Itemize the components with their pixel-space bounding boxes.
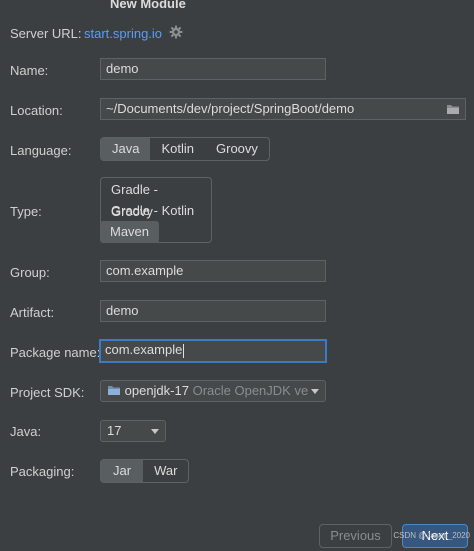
dialog-title: New Module bbox=[110, 0, 186, 11]
java-version-dropdown[interactable]: 17 bbox=[100, 420, 166, 442]
folder-icon[interactable] bbox=[446, 103, 460, 115]
packaging-option-jar[interactable]: Jar bbox=[101, 460, 144, 482]
java-version-value: 17 bbox=[107, 423, 122, 438]
name-input[interactable]: demo bbox=[100, 58, 326, 80]
packaging-selector: Jar War bbox=[100, 459, 190, 483]
package-name-input[interactable]: com.example bbox=[99, 339, 327, 363]
chevron-down-icon bbox=[151, 429, 159, 434]
folder-icon bbox=[107, 382, 121, 395]
language-label: Language: bbox=[10, 143, 72, 158]
language-option-java[interactable]: Java bbox=[101, 138, 151, 160]
type-option-gradle-groovy[interactable]: Gradle - Groovy bbox=[101, 179, 211, 219]
project-sdk-label: Project SDK: bbox=[10, 385, 85, 400]
language-option-groovy[interactable]: Groovy bbox=[205, 138, 269, 160]
artifact-input[interactable]: demo bbox=[100, 300, 326, 322]
package-name-label: Package name: bbox=[10, 345, 101, 360]
type-label: Type: bbox=[10, 204, 42, 219]
language-selector: Java Kotlin Groovy bbox=[100, 137, 270, 161]
gear-icon[interactable] bbox=[169, 25, 183, 39]
location-label: Location: bbox=[10, 103, 63, 118]
location-input[interactable]: ~/Documents/dev/project/SpringBoot/demo bbox=[100, 98, 466, 120]
packaging-label: Packaging: bbox=[10, 464, 75, 479]
group-label: Group: bbox=[10, 265, 50, 280]
type-option-maven[interactable]: Maven bbox=[100, 221, 160, 243]
packaging-option-war[interactable]: War bbox=[143, 460, 188, 482]
artifact-label: Artifact: bbox=[10, 305, 55, 320]
server-url-label: Server URL: bbox=[10, 26, 82, 41]
project-sdk-vendor: Oracle OpenJDK ve bbox=[192, 383, 309, 398]
location-value: ~/Documents/dev/project/SpringBoot/demo bbox=[106, 101, 355, 116]
server-url-link[interactable]: start.spring.io bbox=[84, 26, 162, 41]
language-option-kotlin[interactable]: Kotlin bbox=[150, 138, 205, 160]
text-caret bbox=[183, 343, 185, 358]
name-label: Name: bbox=[10, 63, 49, 78]
type-option-gradle-kotlin[interactable]: Gradle - Kotlin bbox=[101, 200, 204, 222]
package-name-value: com.example bbox=[105, 342, 183, 357]
project-sdk-name: openjdk-17 bbox=[124, 383, 189, 398]
type-selector: Gradle - Groovy Gradle - Kotlin Maven bbox=[100, 177, 212, 243]
java-label: Java: bbox=[10, 424, 42, 439]
group-input[interactable]: com.example bbox=[100, 260, 326, 282]
project-sdk-dropdown[interactable]: openjdk-17 Oracle OpenJDK ve bbox=[100, 380, 326, 402]
previous-button[interactable]: Previous bbox=[319, 524, 392, 548]
chevron-down-icon bbox=[311, 389, 319, 394]
watermark: CSDN @Jason_2020 bbox=[393, 531, 470, 540]
